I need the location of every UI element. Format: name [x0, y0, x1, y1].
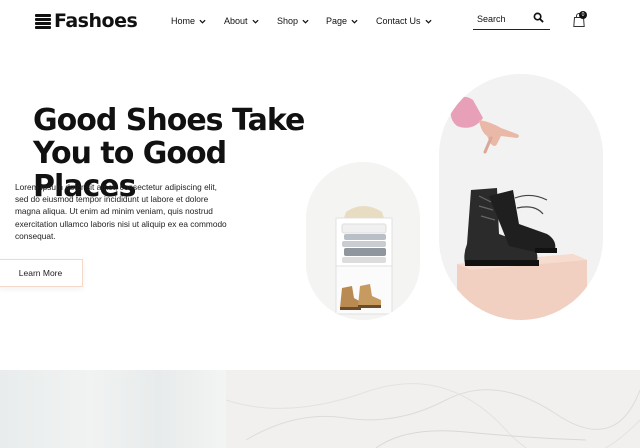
nav-item-label: Home — [171, 16, 196, 26]
cart-count-badge: 0 — [579, 11, 587, 19]
chevron-down-icon — [302, 19, 309, 24]
shelf-with-boots-illustration — [306, 162, 420, 320]
black-boots-on-pedestal-illustration — [439, 74, 603, 320]
nav-item-home[interactable]: Home — [171, 16, 206, 26]
search-bar — [473, 10, 550, 30]
learn-more-button[interactable]: Learn More — [0, 259, 83, 287]
nav-item-page[interactable]: Page — [326, 16, 358, 26]
chevron-down-icon — [251, 19, 259, 24]
nav-item-shop[interactable]: Shop — [277, 16, 309, 26]
nav-item-label: Page — [326, 16, 348, 26]
nav-item-about[interactable]: About — [224, 16, 259, 26]
chevron-down-icon — [199, 19, 206, 24]
nav-item-label: Contact Us — [376, 16, 421, 26]
hero-image-shelf — [306, 162, 420, 320]
nav-item-contact[interactable]: Contact Us — [376, 16, 432, 26]
nav-item-label: About — [224, 16, 248, 26]
lower-section-marble-image — [226, 370, 640, 448]
nav-item-label: Shop — [277, 16, 299, 26]
hero-title-line-1: Good Shoes Take — [33, 103, 305, 138]
search-icon[interactable] — [533, 12, 544, 23]
chevron-down-icon — [351, 19, 358, 24]
marble-texture-illustration — [226, 370, 640, 448]
chevron-down-icon — [424, 19, 432, 24]
search-input[interactable] — [477, 12, 532, 26]
hero-description: Lorem ipsum dolor sit amet, consectetur … — [15, 182, 227, 241]
lower-section-curtain-image — [0, 370, 226, 448]
hero-image-boots — [439, 74, 603, 320]
